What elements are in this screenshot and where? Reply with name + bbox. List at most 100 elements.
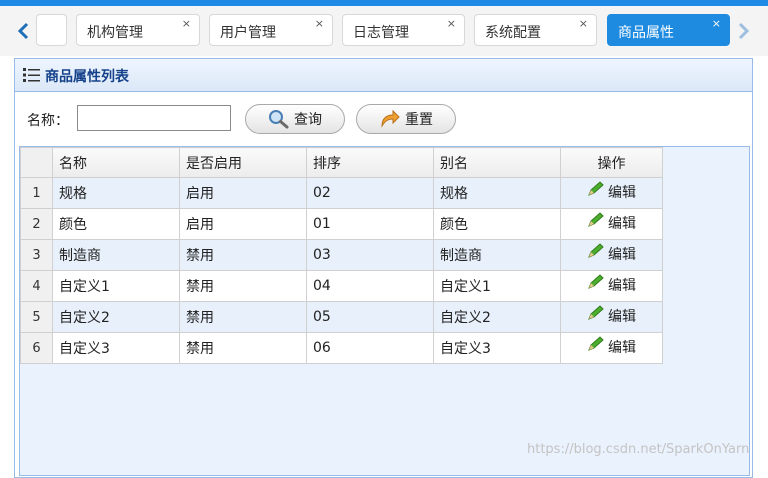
name-label: 名称： [27,113,69,129]
tab-close-icon[interactable]: × [182,17,191,30]
edit-button[interactable]: 编辑 [587,212,636,233]
edit-button[interactable]: 编辑 [587,243,636,264]
cell-actions: 编辑 [560,270,663,302]
panel-header: 商品属性列表 [15,59,752,92]
edit-label: 编辑 [608,216,636,232]
tab-label: 商品属性 [618,25,674,41]
column-header-name[interactable]: 名称 [52,147,180,178]
edit-label: 编辑 [608,247,636,263]
tab-label: 日志管理 [353,25,409,41]
row-number: 6 [20,332,53,364]
query-button-label: 查询 [294,112,322,128]
cell-name: 自定义1 [52,270,180,302]
table-row[interactable]: 6 自定义3 禁用 06 自定义3 编辑 [20,332,663,364]
tab-close-icon[interactable]: × [579,17,588,30]
tab-org-management[interactable]: 机构管理 × [76,14,200,46]
edit-label: 编辑 [608,185,636,201]
row-number: 1 [20,177,53,209]
cell-alias: 自定义2 [433,301,561,333]
pencil-icon [588,305,604,320]
cell-enabled: 禁用 [179,301,307,333]
cell-alias: 制造商 [433,239,561,271]
cell-actions: 编辑 [560,208,663,240]
table-row[interactable]: 4 自定义1 禁用 04 自定义1 编辑 [20,270,663,302]
cell-enabled: 启用 [179,177,307,209]
cell-name: 规格 [52,177,180,209]
cell-name: 颜色 [52,208,180,240]
cell-alias: 颜色 [433,208,561,240]
tab-log-management[interactable]: 日志管理 × [342,14,465,46]
cell-alias: 自定义3 [433,332,561,364]
query-button[interactable]: 查询 [245,104,345,134]
column-header-actions[interactable]: 操作 [560,147,663,178]
pencil-icon [588,243,604,258]
pencil-icon [588,212,604,227]
panel-title: 商品属性列表 [45,69,129,85]
name-search-input[interactable] [77,105,231,131]
tab-strip: 机构管理 × 用户管理 × 日志管理 × 系统配置 × 商品属性 × [0,6,768,56]
cell-order: 03 [306,239,434,271]
cell-actions: 编辑 [560,332,663,364]
reset-button[interactable]: 重置 [356,104,456,134]
rownum-header [20,147,53,178]
edit-button[interactable]: 编辑 [587,274,636,295]
watermark: https://blog.csdn.net/SparkOnYarn [527,442,750,457]
tab-scroll-right-icon[interactable] [735,20,753,42]
tab-system-config[interactable]: 系统配置 × [474,14,597,46]
cell-order: 05 [306,301,434,333]
cell-name: 制造商 [52,239,180,271]
table-header-row: 名称 是否启用 排序 别名 操作 [20,147,663,178]
edit-label: 编辑 [608,340,636,356]
edit-button[interactable]: 编辑 [587,336,636,357]
edit-label: 编辑 [608,309,636,325]
tab-product-attributes[interactable]: 商品属性 × [607,14,730,46]
column-header-enabled[interactable]: 是否启用 [179,147,307,178]
cell-name: 自定义3 [52,332,180,364]
product-attribute-panel: 商品属性列表 名称： 查询 重置 名称 是否启用 排序 别名 操作 1 规格 启… [14,58,753,478]
tab-close-icon[interactable]: × [315,17,324,30]
table-row[interactable]: 5 自定义2 禁用 05 自定义2 编辑 [20,301,663,333]
cell-actions: 编辑 [560,239,663,271]
tab-label: 系统配置 [485,25,541,41]
cell-order: 06 [306,332,434,364]
tab-user-management[interactable]: 用户管理 × [209,14,333,46]
table-row[interactable]: 2 颜色 启用 01 颜色 编辑 [20,208,663,240]
edit-button[interactable]: 编辑 [587,305,636,326]
pencil-icon [588,336,604,351]
cell-order: 02 [306,177,434,209]
cell-enabled: 禁用 [179,270,307,302]
attribute-table: 名称 是否启用 排序 别名 操作 1 规格 启用 02 规格 编辑 2 颜色 启… [20,147,663,364]
cell-enabled: 禁用 [179,239,307,271]
edit-button[interactable]: 编辑 [587,181,636,202]
cell-name: 自定义2 [52,301,180,333]
search-bar: 名称： 查询 重置 [15,92,752,144]
cell-actions: 编辑 [560,301,663,333]
list-icon [23,67,41,87]
column-header-order[interactable]: 排序 [306,147,434,178]
pencil-icon [588,181,604,196]
edit-label: 编辑 [608,278,636,294]
pencil-icon [588,274,604,289]
reset-button-label: 重置 [405,112,433,128]
tab-label: 机构管理 [87,25,143,41]
tab-partial[interactable] [36,14,67,46]
tab-close-icon[interactable]: × [447,17,456,30]
table-row[interactable]: 3 制造商 禁用 03 制造商 编辑 [20,239,663,271]
cell-enabled: 启用 [179,208,307,240]
tab-scroll-left-icon[interactable] [14,20,32,42]
cell-alias: 自定义1 [433,270,561,302]
tab-close-icon[interactable]: × [712,17,721,30]
row-number: 4 [20,270,53,302]
undo-arrow-icon [381,109,400,128]
tab-label: 用户管理 [220,25,276,41]
row-number: 2 [20,208,53,240]
row-number: 3 [20,239,53,271]
column-header-alias[interactable]: 别名 [433,147,561,178]
attribute-grid: 名称 是否启用 排序 别名 操作 1 规格 启用 02 规格 编辑 2 颜色 启… [19,146,750,476]
cell-enabled: 禁用 [179,332,307,364]
row-number: 5 [20,301,53,333]
magnifier-icon [269,110,289,129]
cell-actions: 编辑 [560,177,663,209]
table-row[interactable]: 1 规格 启用 02 规格 编辑 [20,177,663,209]
cell-order: 01 [306,208,434,240]
